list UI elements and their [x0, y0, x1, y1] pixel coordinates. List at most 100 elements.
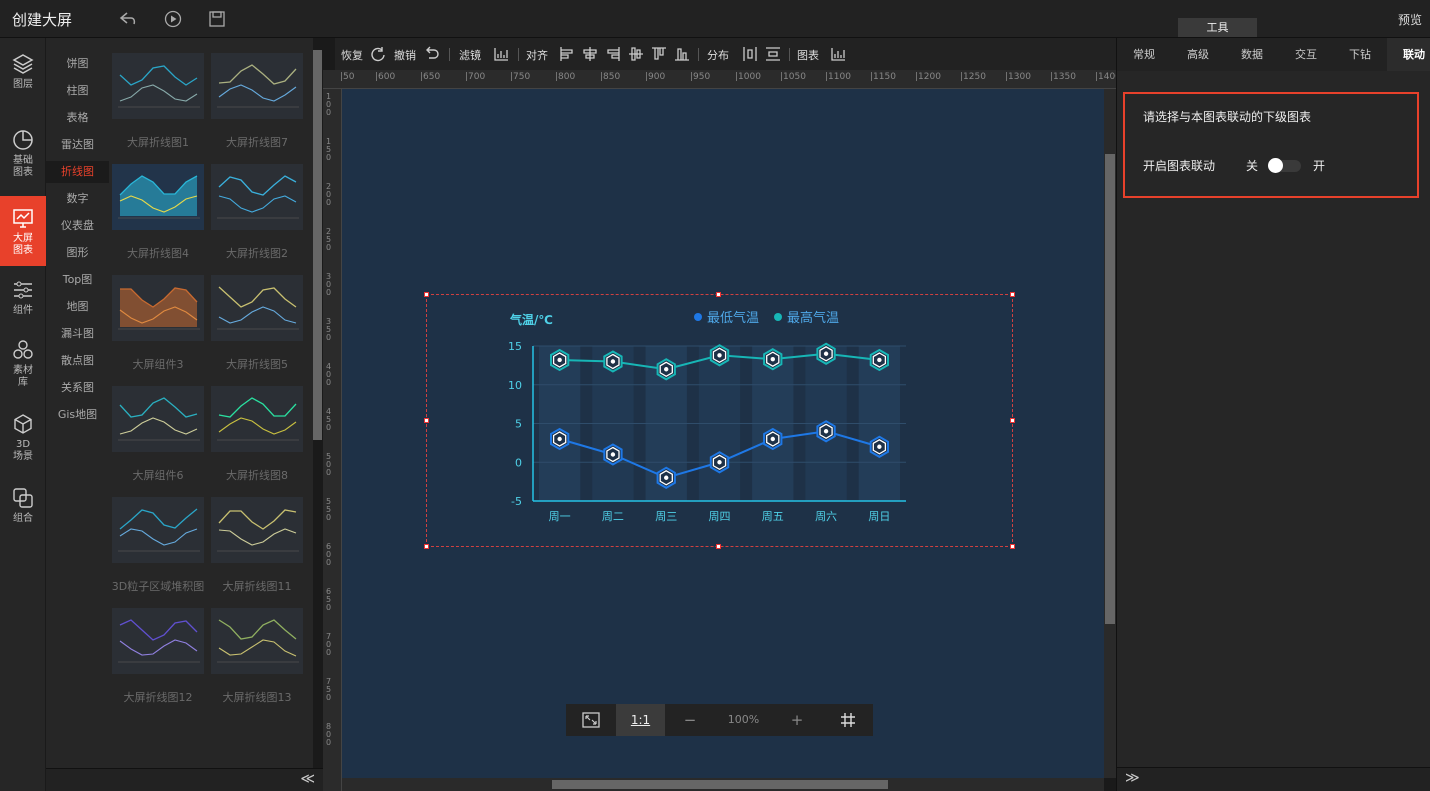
properties-tab[interactable]: 交互	[1279, 38, 1333, 71]
chart-thumbnail[interactable]	[112, 386, 204, 452]
chart-thumbnail[interactable]	[112, 608, 204, 674]
thumbnail-preview	[112, 497, 204, 563]
chart-thumbnail[interactable]	[112, 164, 204, 230]
properties-tab[interactable]: 联动	[1387, 38, 1430, 71]
chart-thumbnail[interactable]	[211, 53, 303, 119]
data-point	[770, 436, 775, 442]
left-panel-scrollbar[interactable]	[313, 50, 322, 440]
distribute-h-icon[interactable]	[742, 46, 758, 62]
distribute-v-icon[interactable]	[765, 46, 781, 62]
ruler-label: |800	[555, 72, 576, 82]
chart-thumbnail[interactable]	[211, 386, 303, 452]
chart-thumbnail[interactable]	[211, 497, 303, 563]
tool-tab[interactable]: 工具	[1178, 18, 1257, 37]
align-bottom-icon[interactable]	[674, 46, 690, 62]
chart-thumbnail[interactable]	[112, 53, 204, 119]
sidebar-item-materials[interactable]: 素材库	[0, 338, 46, 396]
sidebar-item-group[interactable]: 组合	[0, 486, 46, 530]
sidebar-item-layers[interactable]: 图层	[0, 52, 46, 102]
properties-tab[interactable]: 常规	[1117, 38, 1171, 71]
canvas-horizontal-scrollbar[interactable]	[342, 778, 1104, 791]
sidebar-item-components[interactable]: 组件	[0, 278, 46, 322]
category-item[interactable]: 柱图	[46, 80, 109, 102]
filter-chart-icon[interactable]	[493, 46, 509, 62]
thumbnail-preview	[211, 608, 303, 674]
resize-handle[interactable]	[1010, 418, 1015, 423]
chart-thumbnail[interactable]	[211, 164, 303, 230]
chart-thumbnail[interactable]	[211, 608, 303, 674]
resize-handle[interactable]	[1010, 292, 1015, 297]
properties-tab[interactable]: 下钻	[1333, 38, 1387, 71]
canvas-vertical-scrollbar[interactable]	[1104, 89, 1116, 778]
play-icon[interactable]	[163, 9, 183, 29]
resize-handle[interactable]	[424, 418, 429, 423]
align-left-icon[interactable]	[559, 46, 575, 62]
thumbnail-label: 大屏折线图5	[226, 358, 288, 371]
fit-screen-button[interactable]	[566, 704, 616, 736]
legend-label: 最低气温	[707, 310, 759, 326]
category-item[interactable]: 表格	[46, 107, 109, 129]
undo-button[interactable]: 撤销	[394, 47, 416, 63]
thumbnail-label: 大屏组件6	[132, 469, 184, 482]
chart-thumbnail[interactable]	[211, 275, 303, 341]
sidebar-item-screen-charts[interactable]: 大屏 图表	[0, 196, 46, 266]
category-item[interactable]: 图形	[46, 242, 109, 264]
redo-icon[interactable]	[370, 46, 386, 62]
thumbnail-label: 3D粒子区域堆积图	[111, 580, 205, 593]
chart-thumbnail[interactable]	[112, 275, 204, 341]
category-item[interactable]: 饼图	[46, 53, 109, 75]
category-item[interactable]: 漏斗图	[46, 323, 109, 345]
linkage-toggle[interactable]	[1268, 158, 1301, 173]
align-top-icon[interactable]	[651, 46, 667, 62]
ruler-label: 350	[326, 317, 332, 342]
ruler-label: |1050	[780, 72, 806, 82]
thumbnail-preview	[112, 164, 204, 230]
category-item[interactable]: 地图	[46, 296, 109, 318]
chart-icon[interactable]	[830, 46, 846, 62]
properties-tab[interactable]: 高级	[1171, 38, 1225, 71]
redo-button[interactable]: 恢复	[341, 47, 363, 63]
sidebar-item-3d-scene[interactable]: 3D 场景	[0, 412, 46, 470]
align-vcenter-icon[interactable]	[628, 46, 644, 62]
category-item[interactable]: 仪表盘	[46, 215, 109, 237]
category-item[interactable]: 雷达图	[46, 134, 109, 156]
selected-chart-component[interactable]: 15 10 5 0 -5 周一 周二 周三 周四 周五 周六 周日 气温/℃ 最低气温 最高气温	[426, 294, 1013, 547]
chart-thumbnail[interactable]	[112, 497, 204, 563]
sidebar-item-basic-charts[interactable]: 基础 图表	[0, 128, 46, 186]
zoom-out-button[interactable]: −	[665, 704, 715, 736]
align-center-icon[interactable]	[582, 46, 598, 62]
category-item[interactable]: 关系图	[46, 377, 109, 399]
resize-handle[interactable]	[1010, 544, 1015, 549]
save-icon[interactable]	[207, 9, 227, 29]
undo-icon[interactable]	[424, 46, 440, 62]
align-button[interactable]: 对齐	[526, 47, 548, 63]
filter-button[interactable]: 滤镜	[459, 47, 481, 63]
chart-button[interactable]: 图表	[797, 47, 819, 63]
resize-handle[interactable]	[424, 292, 429, 297]
category-item[interactable]: Top图	[46, 269, 109, 291]
collapse-left-icon[interactable]: ≪	[300, 771, 315, 787]
left-panel-footer: ≪	[46, 768, 323, 791]
ruler-label: 150	[326, 137, 332, 162]
zoom-in-button[interactable]: +	[772, 704, 822, 736]
category-item[interactable]: 折线图	[46, 161, 109, 183]
y-tick-label: 0	[515, 456, 522, 469]
align-right-icon[interactable]	[605, 46, 621, 62]
one-to-one-button[interactable]: 1:1	[616, 704, 665, 736]
resize-handle[interactable]	[716, 292, 721, 297]
expand-right-icon[interactable]: ≫	[1125, 770, 1140, 786]
sidebar-item-label: 大屏 图表	[13, 233, 33, 256]
category-item[interactable]: 散点图	[46, 350, 109, 372]
properties-tab[interactable]: 数据	[1225, 38, 1279, 71]
resize-handle[interactable]	[716, 544, 721, 549]
data-point	[664, 475, 669, 480]
ruler-label: 700	[326, 632, 332, 657]
category-item[interactable]: 数字	[46, 188, 109, 210]
grid-button[interactable]	[822, 704, 873, 736]
thumbnail-label: 大屏组件3	[132, 358, 184, 371]
category-item[interactable]: Gis地图	[46, 404, 109, 426]
distribute-button[interactable]: 分布	[707, 47, 729, 63]
preview-button[interactable]: 预览	[1398, 11, 1422, 28]
resize-handle[interactable]	[424, 544, 429, 549]
back-icon[interactable]	[118, 9, 138, 29]
